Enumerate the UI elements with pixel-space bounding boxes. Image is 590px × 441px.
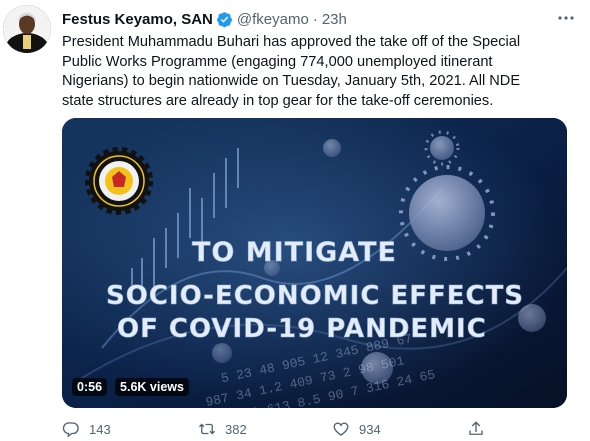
tweet-card: Festus Keyamo, SAN @fkeyamo · 23h Presid… bbox=[0, 0, 590, 441]
author-name[interactable]: Festus Keyamo, SAN bbox=[62, 11, 213, 28]
share-icon bbox=[469, 421, 483, 435]
separator-dot: · bbox=[312, 10, 318, 28]
video-views: 5.6K views bbox=[115, 378, 189, 396]
verified-badge-icon bbox=[216, 11, 232, 27]
video-headline-1: TO MITIGATE bbox=[192, 237, 397, 268]
nde-logo bbox=[85, 147, 153, 215]
video-headline-3: OF COVID-19 PANDEMIC bbox=[117, 314, 487, 344]
video-info-badges: 0:56 5.6K views bbox=[72, 377, 189, 397]
retweet-button[interactable]: 382 bbox=[198, 420, 247, 438]
video-duration: 0:56 bbox=[72, 378, 108, 396]
retweet-count: 382 bbox=[225, 421, 247, 437]
retweet-icon bbox=[199, 423, 215, 435]
video-player[interactable]: 5 23 48 905 12 345 889 67 987 34 1.2 409… bbox=[62, 118, 567, 408]
tweet-header: Festus Keyamo, SAN @fkeyamo · 23h bbox=[62, 9, 347, 29]
more-options-icon[interactable] bbox=[556, 10, 576, 26]
like-button[interactable]: 934 bbox=[332, 420, 381, 438]
tweet-text: President Muhammadu Buhari has approved … bbox=[62, 34, 521, 109]
tweet-actions: 143 382 934 bbox=[62, 420, 567, 440]
reply-count: 143 bbox=[89, 421, 111, 437]
video-headline-2: SOCIO-ECONOMIC EFFECTS bbox=[106, 281, 524, 311]
avatar[interactable] bbox=[3, 5, 51, 53]
tweet-timestamp[interactable]: 23h bbox=[322, 11, 347, 28]
like-count: 934 bbox=[359, 421, 381, 437]
heart-icon bbox=[333, 422, 349, 436]
author-handle[interactable]: @fkeyamo bbox=[237, 11, 309, 28]
share-button[interactable] bbox=[467, 420, 485, 438]
reply-icon bbox=[62, 422, 79, 438]
reply-button[interactable]: 143 bbox=[62, 420, 111, 438]
